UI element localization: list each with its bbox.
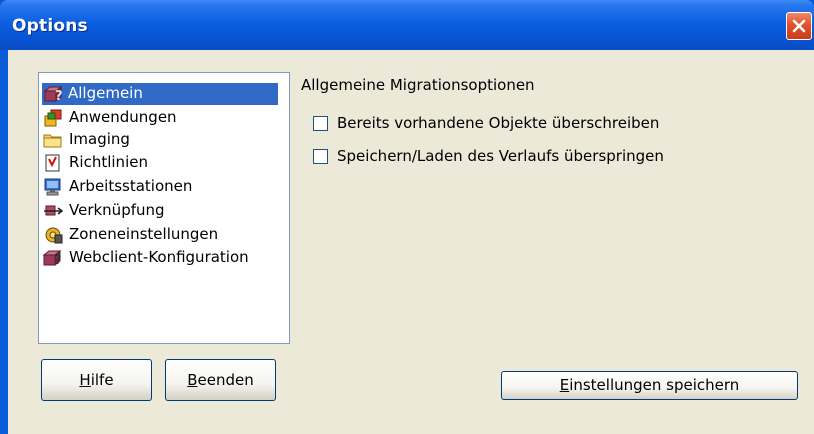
help-button-label: Hilfe xyxy=(79,371,114,389)
overwrite-objects-checkbox[interactable] xyxy=(313,116,328,131)
sidebar-item-imaging[interactable]: Imaging xyxy=(41,129,285,151)
help-button[interactable]: Hilfe xyxy=(41,359,152,401)
save-settings-button[interactable]: Einstellungen speichern xyxy=(501,371,798,400)
applications-icon xyxy=(44,109,62,127)
options-window: Options ? Allgemein Anwendungen Imaging … xyxy=(0,0,814,434)
window-title: Options xyxy=(12,16,88,36)
link-icon xyxy=(44,205,63,216)
sidebar-item-allgemein[interactable]: ? Allgemein xyxy=(42,83,278,105)
policy-icon xyxy=(45,154,60,172)
workstation-icon xyxy=(44,178,61,196)
sidebar-item-label: Webclient-Konfiguration xyxy=(69,248,249,266)
sidebar-item-label: Anwendungen xyxy=(69,108,177,126)
dialog-client-area: ? Allgemein Anwendungen Imaging Richtlin… xyxy=(8,50,814,434)
title-bar[interactable]: Options xyxy=(0,0,814,50)
exit-button[interactable]: Beenden xyxy=(165,359,276,401)
general-icon: ? xyxy=(44,85,63,103)
sidebar-item-arbeitsstationen[interactable]: Arbeitsstationen xyxy=(41,176,285,198)
category-list[interactable]: ? Allgemein Anwendungen Imaging Richtlin… xyxy=(38,72,290,344)
zone-icon xyxy=(45,227,63,244)
sidebar-item-anwendungen[interactable]: Anwendungen xyxy=(41,107,285,129)
svg-text:?: ? xyxy=(55,89,63,103)
close-button[interactable] xyxy=(786,12,812,40)
svg-text:?: ? xyxy=(54,253,62,267)
sidebar-item-label: Imaging xyxy=(69,130,130,148)
skip-history-label: Speichern/Laden des Verlaufs überspringe… xyxy=(337,147,664,165)
sidebar-item-label: Arbeitsstationen xyxy=(69,177,193,195)
section-heading: Allgemeine Migrationsoptionen xyxy=(301,76,535,94)
sidebar-item-label: Verknüpfung xyxy=(69,201,165,219)
sidebar-item-richtlinien[interactable]: Richtlinien xyxy=(41,152,285,174)
overwrite-objects-label: Bereits vorhandene Objekte überschreiben xyxy=(337,114,660,132)
skip-history-checkbox[interactable] xyxy=(313,149,328,164)
sidebar-item-zoneneinstellungen[interactable]: Zoneneinstellungen xyxy=(41,224,285,246)
sidebar-item-verknuepfung[interactable]: Verknüpfung xyxy=(41,200,285,222)
close-icon xyxy=(792,19,806,33)
sidebar-item-label: Richtlinien xyxy=(69,153,148,171)
sidebar-item-label: Allgemein xyxy=(68,84,143,102)
save-settings-button-label: Einstellungen speichern xyxy=(559,376,740,394)
sidebar-item-label: Zoneneinstellungen xyxy=(69,225,219,243)
exit-button-label: Beenden xyxy=(187,371,254,389)
webclient-icon: ? xyxy=(43,249,62,267)
sidebar-item-webclient-konfiguration[interactable]: ? Webclient-Konfiguration xyxy=(41,247,285,269)
folder-icon xyxy=(43,134,62,148)
